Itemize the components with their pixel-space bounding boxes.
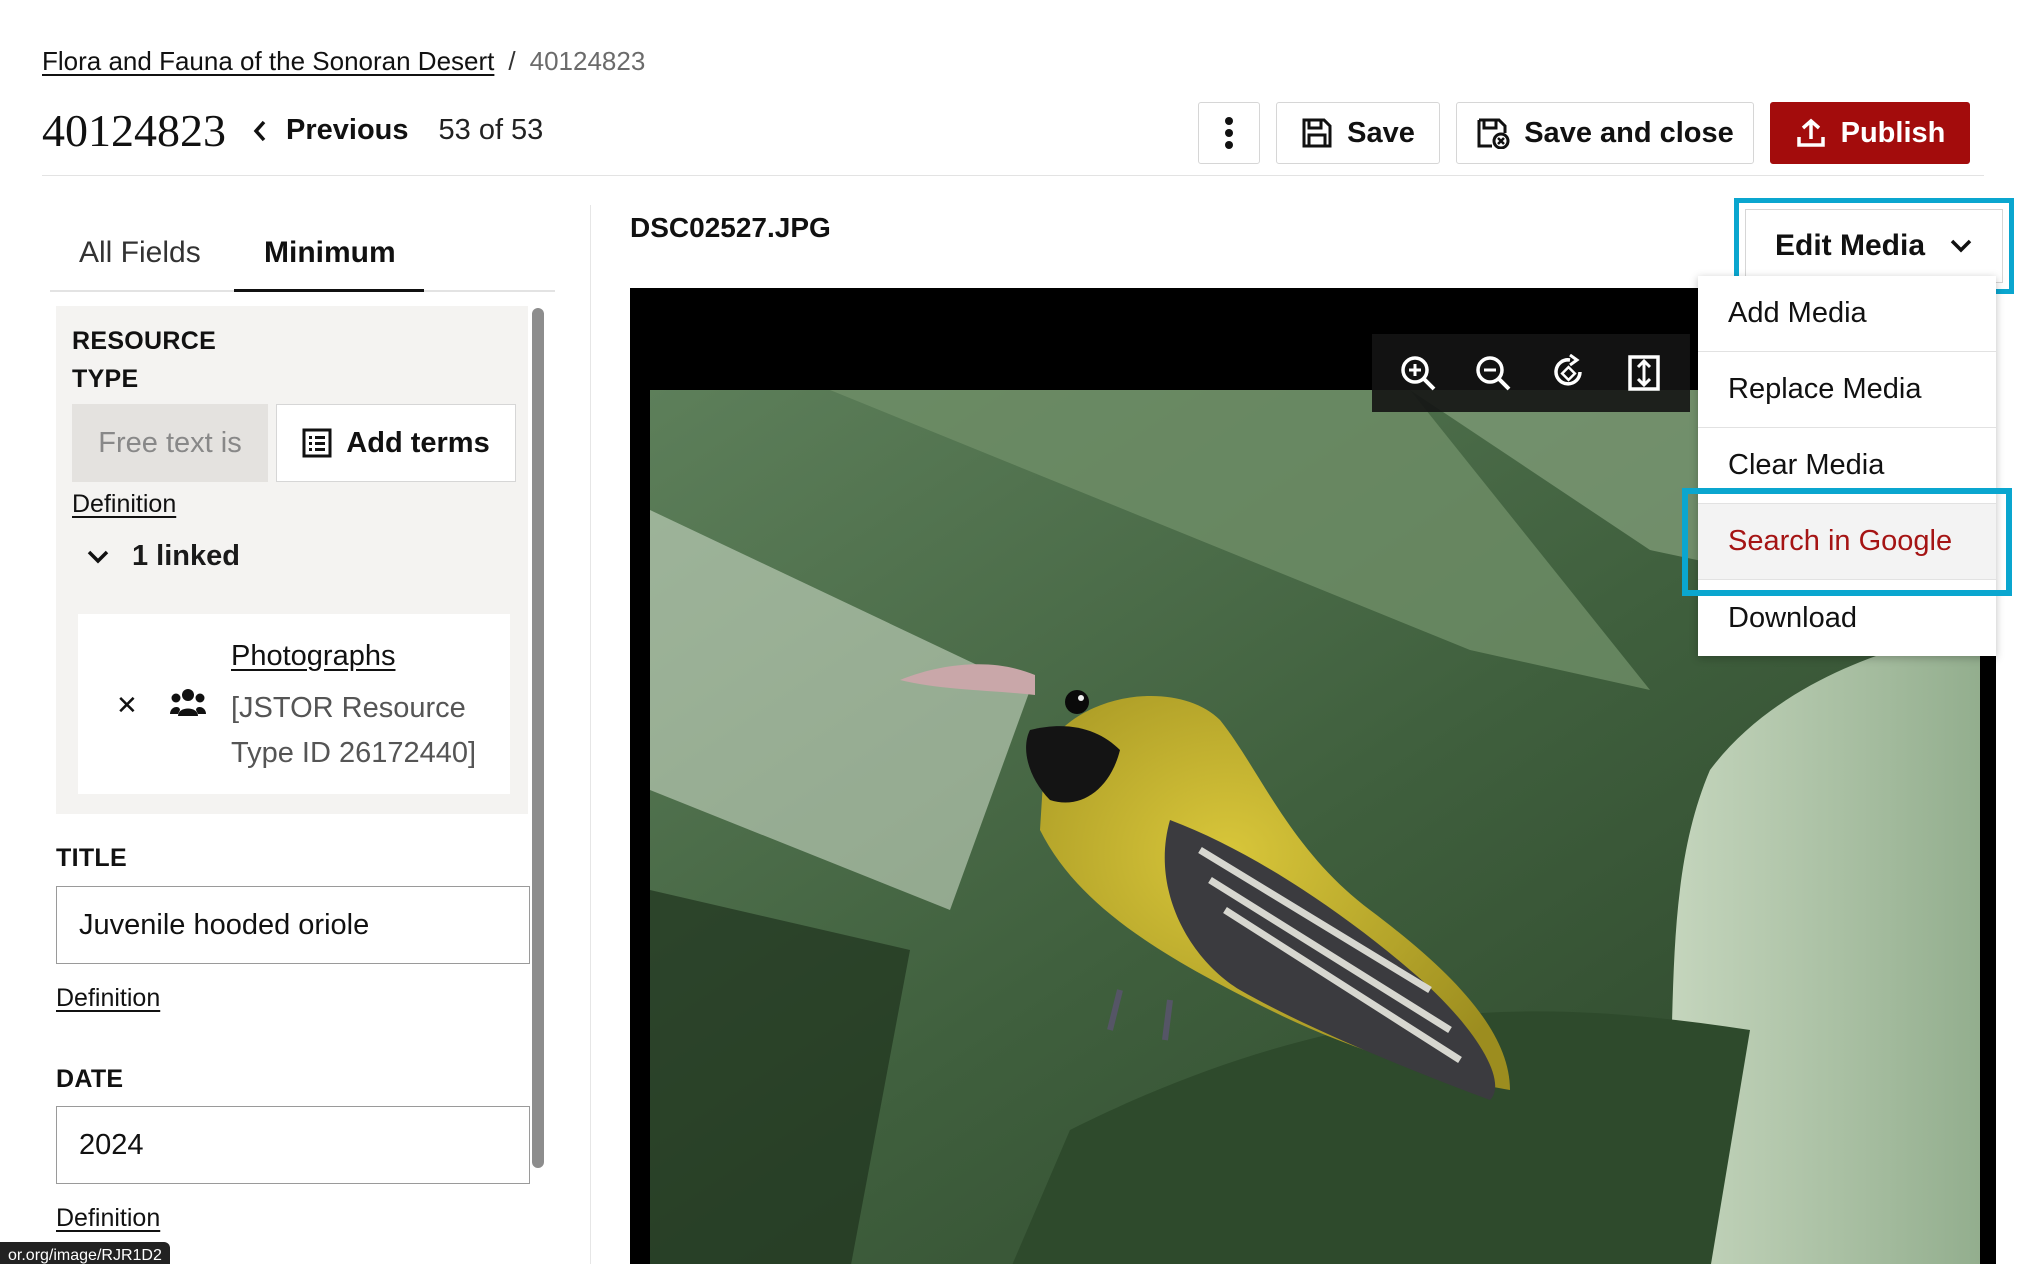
edit-media-button[interactable]: Edit Media — [1745, 209, 2003, 283]
save-and-close-label: Save and close — [1524, 116, 1734, 149]
linked-toggle[interactable]: 1 linked — [86, 540, 240, 573]
floppy-disk-close-icon — [1477, 118, 1510, 149]
zoom-out-icon — [1476, 356, 1511, 391]
date-definition-link[interactable]: Definition — [56, 1204, 160, 1233]
menu-item-add-media[interactable]: Add Media — [1698, 276, 1996, 352]
publish-label: Publish — [1840, 116, 1946, 149]
save-label: Save — [1347, 116, 1415, 149]
resource-type-label: RESOURCE TYPE — [72, 327, 217, 393]
save-button[interactable]: Save — [1276, 102, 1440, 164]
floppy-disk-icon — [1302, 118, 1332, 148]
record-header: 40124823 Previous 53 of 53 — [42, 104, 543, 157]
title-input[interactable]: Juvenile hooded oriole — [56, 886, 530, 964]
resource-type-definition-link[interactable]: Definition — [72, 490, 176, 519]
chevron-down-icon — [1950, 239, 1972, 253]
breadcrumb-current: 40124823 — [529, 46, 646, 76]
remove-term-button[interactable]: ✕ — [116, 690, 138, 721]
status-bar-url: or.org/image/RJR1D2 — [0, 1242, 170, 1264]
publish-button[interactable]: Publish — [1770, 102, 1970, 164]
fit-icon — [1628, 355, 1660, 391]
linked-count: 1 linked — [132, 540, 240, 572]
group-icon — [170, 689, 206, 716]
more-options-button[interactable] — [1198, 102, 1260, 164]
left-panel-scrollbar[interactable] — [532, 308, 544, 1168]
breadcrumb-separator: / — [508, 46, 516, 76]
search-in-google-highlight — [1682, 488, 2012, 596]
fit-to-screen-button[interactable] — [1622, 351, 1666, 395]
breadcrumb-collection-link[interactable]: Flora and Fauna of the Sonoran Desert — [42, 46, 494, 77]
zoom-in-button[interactable] — [1396, 351, 1440, 395]
add-terms-label: Add terms — [346, 426, 490, 459]
date-input[interactable]: 2024 — [56, 1106, 530, 1184]
header-divider — [42, 175, 1984, 176]
save-and-close-button[interactable]: Save and close — [1456, 102, 1754, 164]
add-terms-button[interactable]: Add terms — [276, 404, 516, 482]
list-icon — [302, 428, 332, 458]
record-id: 40124823 — [42, 105, 226, 156]
breadcrumb: Flora and Fauna of the Sonoran Desert / … — [42, 46, 645, 77]
zoom-in-icon — [1401, 356, 1436, 391]
chevron-down-icon — [87, 550, 109, 563]
record-position: 53 of 53 — [438, 114, 544, 146]
menu-item-replace-media[interactable]: Replace Media — [1698, 352, 1996, 428]
tab-minimum[interactable]: Minimum — [264, 236, 396, 270]
more-vertical-icon — [1225, 117, 1233, 149]
resource-type-free-text[interactable]: Free text is — [72, 404, 268, 482]
media-filename: DSC02527.JPG — [630, 212, 831, 243]
field-tabs: All Fields Minimum — [50, 220, 555, 292]
zoom-out-button[interactable] — [1471, 351, 1515, 395]
linked-term-link[interactable]: Photographs — [231, 640, 395, 673]
panel-divider — [590, 205, 591, 1264]
previous-label: Previous — [286, 114, 409, 146]
chevron-left-icon — [253, 120, 266, 141]
viewer-toolbar — [1372, 334, 1690, 412]
previous-button[interactable]: Previous — [252, 114, 409, 147]
upload-icon — [1796, 118, 1825, 147]
title-definition-link[interactable]: Definition — [56, 984, 160, 1013]
tab-all-fields[interactable]: All Fields — [79, 236, 201, 270]
edit-media-menu: Add Media Replace Media Clear Media Sear… — [1698, 276, 1996, 656]
date-label: DATE — [56, 1065, 124, 1093]
rotate-button[interactable] — [1547, 351, 1591, 395]
linked-term-detail: [JSTOR Resource Type ID 26172440] — [231, 692, 477, 769]
title-label: TITLE — [56, 844, 127, 872]
active-tab-indicator — [234, 289, 424, 292]
edit-media-label: Edit Media — [1774, 229, 1925, 262]
rotate-icon — [1554, 354, 1582, 386]
